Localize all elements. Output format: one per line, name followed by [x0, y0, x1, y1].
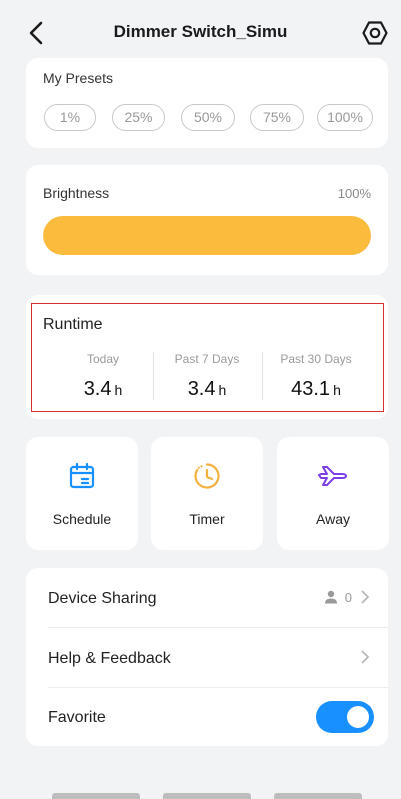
calendar-icon: [69, 462, 95, 489]
clock-icon: [194, 463, 220, 489]
brightness-label: Brightness: [43, 185, 110, 201]
toggle-knob: [347, 706, 369, 728]
preset-chip-100[interactable]: 100%: [317, 104, 373, 131]
runtime-stat-past-7-days: Past 7 Days 3.4 h: [152, 352, 262, 401]
device-sharing-row[interactable]: Device Sharing 0: [26, 568, 388, 627]
timer-button[interactable]: Timer: [151, 437, 263, 550]
bottom-tab-indicator: [163, 793, 251, 799]
runtime-stat-value-row: 3.4 h: [48, 378, 158, 401]
top-bar: Dimmer Switch_Simu: [0, 0, 401, 64]
runtime-stat-value-row: 43.1 h: [261, 378, 371, 401]
chevron-right-icon: [361, 650, 370, 664]
timer-label: Timer: [189, 511, 225, 527]
preset-chip-75[interactable]: 75%: [250, 104, 304, 131]
brightness-slider-fill: [43, 216, 371, 255]
brightness-value: 100%: [337, 186, 371, 201]
runtime-stat-value: 43.1: [291, 378, 331, 400]
runtime-stat-caption: Today: [86, 352, 120, 366]
runtime-label: Runtime: [43, 316, 103, 333]
away-label: Away: [316, 511, 350, 527]
runtime-stat-caption: Past 7 Days: [174, 352, 240, 366]
schedule-label: Schedule: [52, 511, 112, 527]
person-icon: [325, 590, 337, 604]
help-feedback-label: Help & Feedback: [48, 650, 171, 667]
settings-list-card: Device Sharing 0 Help & Feedback Favorit…: [26, 568, 388, 746]
preset-chip-1[interactable]: 1%: [44, 104, 96, 131]
presets-label: My Presets: [43, 70, 114, 86]
runtime-stat-unit: h: [333, 382, 341, 398]
brightness-slider[interactable]: [43, 216, 371, 255]
runtime-stat-unit: h: [114, 382, 123, 398]
page-title: Dimmer Switch_Simu: [113, 22, 288, 41]
runtime-stat-caption: Past 30 Days: [280, 352, 352, 366]
preset-chip-25[interactable]: 25%: [112, 104, 165, 131]
runtime-stat-past-30-days: Past 30 Days 43.1 h: [261, 352, 371, 401]
runtime-stat-value-row: 3.4 h: [152, 378, 262, 401]
runtime-stat-value: 3.4: [83, 378, 112, 400]
presets-card: My Presets 1% 25% 50% 75% 100%: [26, 58, 388, 148]
preset-chip-50[interactable]: 50%: [181, 104, 235, 131]
device-sharing-label: Device Sharing: [48, 590, 157, 607]
schedule-button[interactable]: Schedule: [26, 437, 138, 550]
favorite-toggle[interactable]: [316, 701, 374, 733]
away-button[interactable]: Away: [277, 437, 389, 550]
settings-hexagon-icon[interactable]: [362, 20, 388, 46]
airplane-icon: [318, 466, 347, 486]
bottom-tab-indicator: [52, 793, 140, 799]
help-feedback-row[interactable]: Help & Feedback: [26, 628, 388, 687]
chevron-right-icon: [361, 590, 370, 604]
bottom-tab-indicator: [274, 793, 362, 799]
favorite-label: Favorite: [48, 709, 106, 726]
runtime-stat-value: 3.4: [187, 378, 216, 400]
favorite-row: Favorite: [26, 687, 388, 746]
runtime-stat-today: Today 3.4 h: [48, 352, 158, 401]
runtime-stat-unit: h: [218, 382, 227, 398]
sharing-count: 0: [344, 590, 352, 605]
